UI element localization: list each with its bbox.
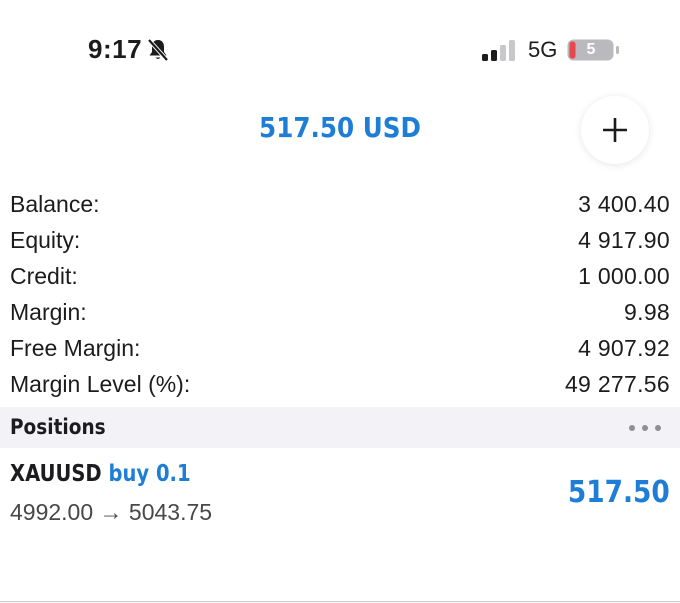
margin-label: Margin:: [10, 298, 87, 325]
account-summary: Balance: 3 400.40 Equity: 4 917.90 Credi…: [10, 186, 670, 402]
position-symbol-line: XAUUSD buy 0.1: [10, 461, 191, 487]
status-time: 9:17: [88, 34, 143, 64]
cellular-signal-icon: [482, 40, 515, 61]
margin-level-value: 49 277.56: [564, 370, 670, 397]
free-margin-value: 4 907.92: [578, 334, 670, 361]
balance-value: 3 400.40: [578, 190, 670, 217]
position-symbol: XAUUSD: [10, 461, 102, 487]
plus-icon: [603, 118, 627, 142]
equity-value: 4 917.90: [578, 226, 670, 253]
credit-label: Credit:: [10, 262, 78, 289]
balance-row: Balance: 3 400.40: [10, 186, 670, 222]
position-profit: 517.50: [568, 475, 670, 510]
margin-level-label: Margin Level (%):: [10, 370, 191, 397]
add-button[interactable]: [581, 96, 649, 164]
credit-value: 1 000.00: [578, 262, 670, 289]
balance-label: Balance:: [10, 190, 100, 217]
more-horizontal-icon[interactable]: [627, 423, 663, 433]
positions-section-header: Positions: [0, 407, 680, 448]
free-margin-row: Free Margin: 4 907.92: [10, 330, 670, 366]
position-row[interactable]: XAUUSD buy 0.1 4992.00 → 5043.75 517.50: [0, 455, 680, 545]
margin-row: Margin: 9.98: [10, 294, 670, 330]
total-profit: 517.50 USD: [259, 111, 421, 144]
equity-label: Equity:: [10, 226, 81, 253]
positions-title: Positions: [10, 415, 106, 439]
battery-level: 5: [586, 41, 596, 58]
free-margin-label: Free Margin:: [10, 334, 141, 361]
credit-row: Credit: 1 000.00: [10, 258, 670, 294]
position-prices: 4992.00 → 5043.75: [10, 499, 213, 525]
status-bar: 9:17 5G 5: [0, 0, 680, 100]
bottom-divider: [0, 601, 680, 602]
position-direction: buy 0.1: [108, 461, 191, 487]
margin-value: 9.98: [624, 298, 670, 325]
network-type: 5G: [528, 37, 558, 62]
equity-row: Equity: 4 917.90: [10, 222, 670, 258]
margin-level-row: Margin Level (%): 49 277.56: [10, 366, 670, 402]
bell-slash-icon: [147, 38, 169, 62]
